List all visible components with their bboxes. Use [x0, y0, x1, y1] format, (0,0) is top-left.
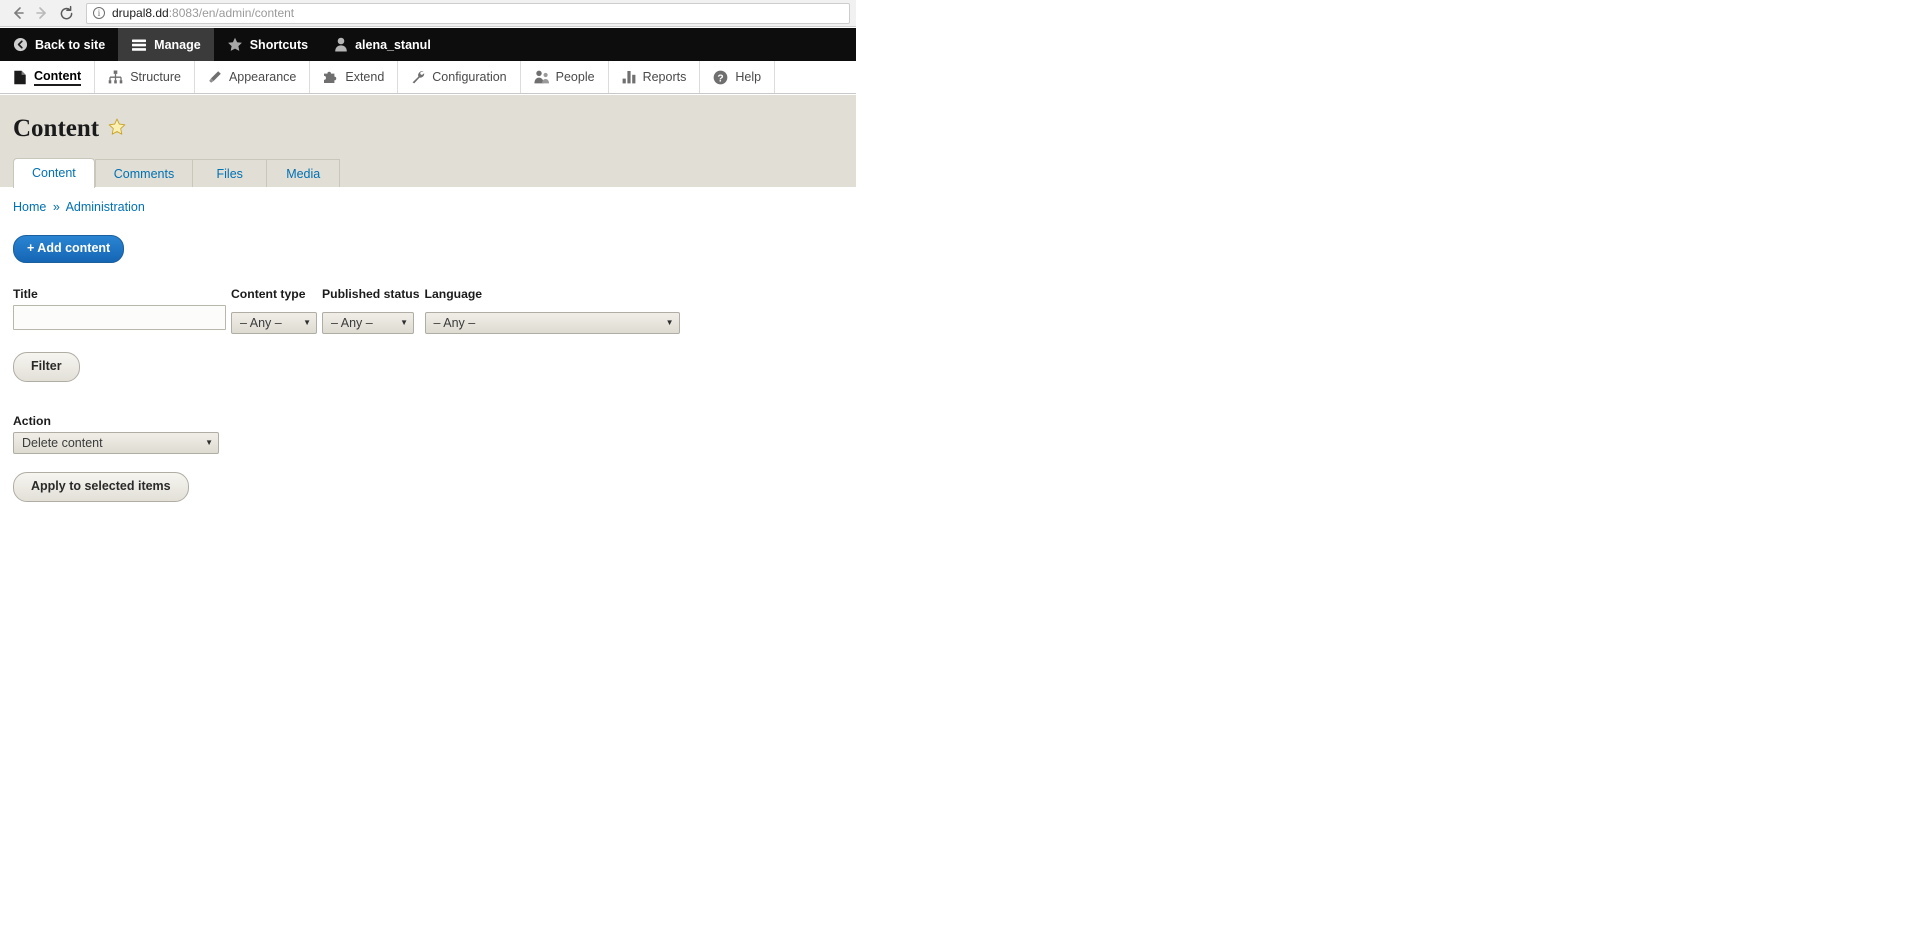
- menu-item-content[interactable]: Content: [0, 61, 96, 93]
- site-info-icon[interactable]: i: [93, 7, 105, 19]
- toolbar-item-label: alena_stanul: [355, 37, 431, 52]
- drupal-admin-toolbar: Back to site Manage Shortcuts alena_stan…: [0, 28, 856, 61]
- tab-label: Content: [32, 166, 76, 180]
- toolbar-item-user-account[interactable]: alena_stanul: [321, 28, 444, 61]
- action-block: Action Delete content ▼: [13, 414, 856, 455]
- language-value: – Any –: [433, 316, 476, 331]
- bar-chart-icon: [622, 70, 636, 84]
- tab-label: Files: [216, 167, 243, 181]
- published-status-select[interactable]: – Any – ▼: [322, 312, 414, 335]
- people-icon: [534, 70, 549, 84]
- wrench-icon: [411, 70, 425, 84]
- page-title: Content: [13, 115, 126, 143]
- filter-field-language: Language – Any – ▼: [424, 286, 680, 335]
- toolbar-item-shortcuts[interactable]: Shortcuts: [214, 28, 321, 61]
- action-label: Action: [13, 414, 51, 429]
- structure-icon: [108, 70, 123, 84]
- tab-files[interactable]: Files: [192, 159, 267, 188]
- menu-item-label: Help: [735, 70, 762, 84]
- filter-field-content-type: Content type – Any – ▼: [231, 286, 317, 335]
- tab-content[interactable]: Content: [13, 158, 95, 188]
- language-label: Language: [424, 286, 483, 301]
- address-bar[interactable]: i drupal8.dd:8083/en/admin/content: [86, 2, 850, 24]
- menu-item-help[interactable]: ? Help: [700, 61, 776, 93]
- url-path: :8083/en/admin/content: [168, 6, 295, 20]
- filter-field-title: Title: [13, 287, 226, 331]
- toolbar-item-label: Manage: [154, 37, 201, 52]
- screenshot-viewport: i drupal8.dd:8083/en/admin/content Back …: [0, 0, 1914, 935]
- filter-field-published-status: Published status – Any – ▼: [322, 286, 420, 335]
- puzzle-piece-icon: [323, 70, 338, 84]
- published-status-label: Published status: [322, 286, 420, 301]
- action-select[interactable]: Delete content ▼: [13, 432, 219, 455]
- menu-item-people[interactable]: People: [521, 61, 609, 93]
- chevron-down-icon: ▼: [303, 318, 311, 328]
- content-type-value: – Any –: [240, 316, 282, 331]
- chevron-down-icon: ▼: [665, 318, 674, 328]
- user-icon: [334, 37, 348, 52]
- breadcrumb-link-administration[interactable]: Administration: [66, 200, 145, 214]
- toolbar-item-label: Back to site: [35, 37, 106, 52]
- forward-button[interactable]: [30, 1, 54, 25]
- page-tabs: Content Comments Files Media: [13, 158, 341, 188]
- tab-comments[interactable]: Comments: [94, 159, 193, 188]
- menu-item-label: Extend: [345, 70, 385, 84]
- reload-button[interactable]: [54, 1, 78, 25]
- menu-item-label: Configuration: [432, 70, 507, 84]
- paintbrush-icon: [208, 70, 222, 84]
- menu-item-configuration[interactable]: Configuration: [398, 61, 521, 93]
- back-circle-icon: [13, 37, 28, 52]
- menu-item-structure[interactable]: Structure: [95, 61, 195, 93]
- published-status-value: – Any –: [331, 316, 373, 331]
- svg-text:?: ?: [718, 73, 724, 84]
- tab-label: Comments: [113, 167, 175, 181]
- toolbar-item-label: Shortcuts: [249, 37, 309, 52]
- favorite-star-icon[interactable]: [108, 115, 126, 143]
- filter-form: Title Content type – Any – ▼ Published s…: [13, 286, 856, 335]
- action-value: Delete content: [22, 436, 103, 451]
- chevron-down-icon: ▼: [400, 318, 408, 328]
- toolbar-item-back-to-site[interactable]: Back to site: [0, 28, 118, 61]
- menu-item-label: Reports: [642, 70, 687, 84]
- content-type-label: Content type: [231, 286, 306, 301]
- toolbar-item-manage[interactable]: Manage: [118, 28, 214, 61]
- filter-button[interactable]: Filter: [13, 352, 80, 383]
- main-content-region: Home » Administration + Add content Titl…: [0, 187, 856, 502]
- tab-media[interactable]: Media: [266, 159, 341, 188]
- drupal-admin-menu: Content Structure Appearance Extend Conf…: [0, 61, 856, 94]
- apply-to-selected-items-button[interactable]: Apply to selected items: [13, 472, 189, 502]
- breadcrumb: Home » Administration: [13, 200, 856, 214]
- menu-item-reports[interactable]: Reports: [609, 61, 701, 93]
- page-header-region: Content Content Comments Files Media: [0, 95, 856, 188]
- menu-item-label: Appearance: [228, 70, 297, 84]
- url-text: drupal8.dd:8083/en/admin/content: [112, 6, 294, 20]
- breadcrumb-link-home[interactable]: Home: [13, 200, 46, 214]
- menu-item-label: Content: [34, 69, 82, 86]
- hamburger-icon: [131, 38, 147, 52]
- page-title-text: Content: [13, 115, 100, 142]
- url-host: drupal8.dd: [112, 6, 169, 20]
- title-input[interactable]: [13, 305, 226, 331]
- question-mark-icon: ?: [713, 70, 728, 85]
- menu-item-extend[interactable]: Extend: [310, 61, 399, 93]
- back-button[interactable]: [6, 1, 30, 25]
- browser-toolbar: i drupal8.dd:8083/en/admin/content: [0, 0, 856, 27]
- menu-item-appearance[interactable]: Appearance: [195, 61, 311, 93]
- add-content-button[interactable]: + Add content: [13, 235, 125, 263]
- chevron-down-icon: ▼: [205, 438, 213, 448]
- language-select[interactable]: – Any – ▼: [424, 312, 680, 335]
- tab-label: Media: [286, 167, 321, 181]
- star-icon: [227, 37, 243, 52]
- breadcrumb-separator: »: [52, 200, 60, 214]
- menu-item-label: Structure: [130, 70, 181, 84]
- content-type-select[interactable]: – Any – ▼: [231, 312, 317, 335]
- menu-item-label: People: [555, 70, 595, 84]
- content-file-icon: [13, 70, 27, 85]
- title-label: Title: [13, 286, 38, 301]
